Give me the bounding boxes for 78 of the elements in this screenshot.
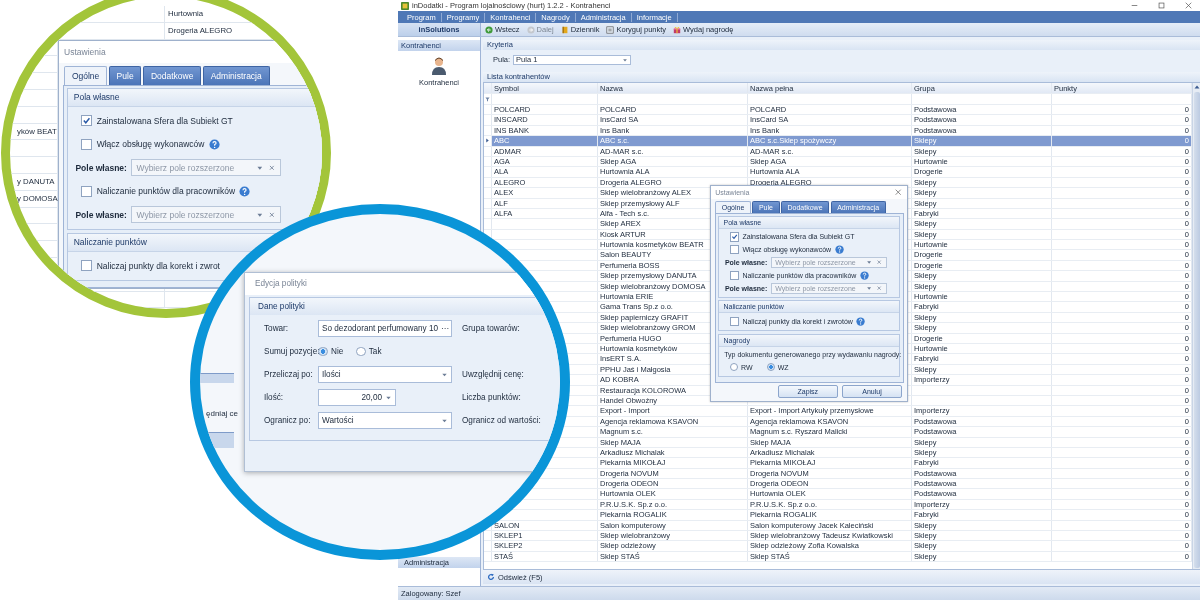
tab[interactable]: Dodatkowe	[143, 65, 202, 85]
filter-icon[interactable]	[485, 96, 490, 102]
person-icon	[431, 56, 447, 76]
field-value: So dezodorant perfumowany 10	[322, 324, 439, 333]
dropdown-field[interactable]: Ilości	[318, 366, 452, 383]
field-label: Ogranicz po:	[264, 416, 312, 425]
tab[interactable]: Ogólne	[64, 65, 108, 85]
caret-icon	[441, 371, 448, 378]
checkbox-label[interactable]: Włącz obsługę wykonawców	[96, 139, 205, 150]
field-label: Grupa towarów:	[462, 324, 521, 333]
field-label: Przeliczaj po:	[264, 370, 314, 379]
caret-icon	[622, 56, 629, 63]
gift-icon	[673, 25, 682, 34]
field-label: Pole własne:	[75, 209, 127, 220]
checkbox[interactable]	[81, 138, 93, 150]
help-icon[interactable]	[208, 138, 220, 150]
clear-icon[interactable]	[876, 285, 883, 292]
maximize-icon[interactable]	[1158, 2, 1165, 9]
checkbox[interactable]	[729, 316, 739, 326]
radio-button[interactable]	[355, 346, 366, 357]
field-label: Ilość:	[264, 393, 285, 402]
field-label: Towar:	[264, 324, 290, 333]
help-icon[interactable]	[859, 270, 869, 280]
field-value: 20,00	[361, 393, 382, 402]
field-label: ędniaj ce	[206, 409, 239, 418]
field-value: Ilości	[322, 370, 341, 379]
help-icon[interactable]	[856, 316, 866, 326]
help-icon[interactable]	[239, 185, 251, 197]
checkbox[interactable]	[81, 260, 93, 272]
row-pointer-icon	[485, 138, 490, 144]
document-icon	[606, 25, 615, 34]
placeholder-text: Wybierz pole rozszerzone	[136, 209, 235, 220]
help-icon[interactable]	[834, 245, 844, 255]
radio-label[interactable]: Tak	[368, 347, 382, 356]
minimize-icon[interactable]	[1131, 2, 1138, 9]
caret-icon	[866, 259, 873, 266]
group-header-bar	[200, 373, 234, 383]
arrow-circle-icon	[485, 25, 493, 34]
close-icon[interactable]	[894, 188, 903, 197]
clear-icon[interactable]	[268, 210, 276, 219]
field-label: Sumuj pozycje:	[264, 347, 318, 356]
caret-icon	[385, 394, 392, 401]
checkbox-label[interactable]: Naliczanie punktów dla pracowników	[96, 186, 236, 197]
product-field[interactable]: So dezodorant perfumowany 10 ···	[318, 320, 452, 337]
checkbox[interactable]	[729, 232, 739, 242]
app-icon	[401, 1, 409, 10]
scrollbar[interactable]	[1192, 83, 1200, 569]
tab[interactable]: Pule	[108, 65, 142, 85]
close-icon[interactable]	[1185, 2, 1192, 9]
field-label: Liczba punktów:	[462, 393, 522, 402]
dropdown-field[interactable]: Wartości	[318, 412, 452, 429]
quantity-field[interactable]: 20,00	[318, 389, 396, 406]
field-label: Pole własne:	[75, 162, 127, 173]
checkbox-label[interactable]: Naliczaj punkty dla korekt i zwrot	[96, 260, 220, 271]
browse-button[interactable]: ···	[441, 324, 450, 333]
checkbox-label[interactable]: Zainstalowana Sfera dla Subiekt GT	[96, 115, 233, 126]
dialog-title: Ustawienia	[64, 47, 106, 57]
checkbox[interactable]	[729, 245, 739, 255]
field-label: Uwzględnij cenę:	[462, 370, 525, 379]
placeholder-text: Wybierz pole rozszerzone	[136, 162, 235, 173]
book-icon	[560, 25, 569, 34]
radio-button[interactable]	[729, 362, 739, 372]
checkbox[interactable]	[729, 270, 739, 280]
radio-label[interactable]: Nie	[331, 347, 344, 356]
radio-button[interactable]	[318, 346, 328, 357]
caret-icon	[441, 417, 448, 424]
radio-button[interactable]	[766, 362, 775, 372]
field-value: Wartości	[322, 416, 354, 425]
clear-icon[interactable]	[876, 259, 883, 266]
arrow-circle-icon	[526, 25, 535, 34]
scrollbar-thumb[interactable]	[1194, 92, 1200, 568]
tab[interactable]: Administracja	[202, 65, 270, 85]
clear-icon[interactable]	[268, 163, 276, 172]
checkbox[interactable]	[81, 115, 93, 127]
checkbox[interactable]	[81, 185, 93, 197]
refresh-icon	[487, 573, 495, 581]
field-label: Ogranicz od wartości:	[462, 416, 542, 425]
caret-icon	[866, 285, 873, 292]
